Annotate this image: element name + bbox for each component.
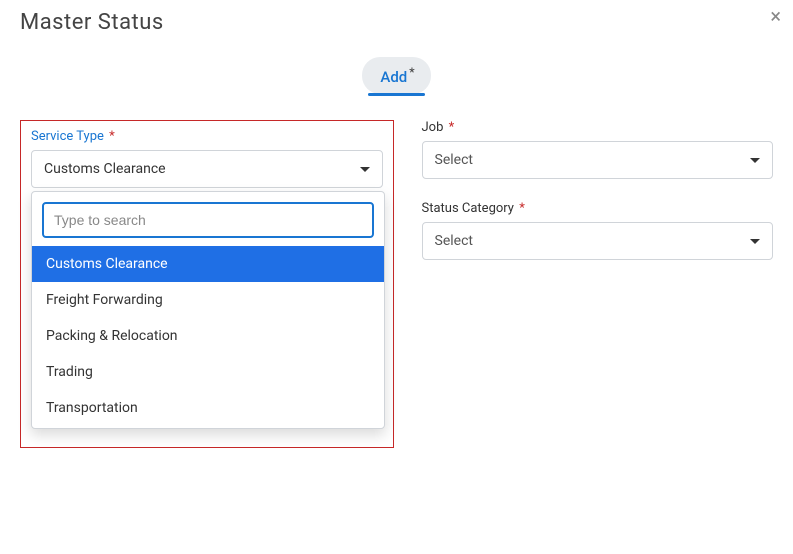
- job-label-text: Job: [422, 120, 444, 135]
- service-type-option[interactable]: Packing & Relocation: [32, 318, 384, 354]
- service-type-option-list[interactable]: Customs ClearanceFreight ForwardingPacki…: [32, 246, 384, 426]
- page-title: Master Status: [20, 10, 773, 35]
- chevron-down-icon: [750, 239, 760, 244]
- service-type-dropdown: Customs ClearanceFreight ForwardingPacki…: [31, 191, 385, 429]
- service-type-label-text: Service Type: [31, 129, 104, 144]
- required-indicator: *: [109, 129, 115, 144]
- service-type-label: Service Type *: [31, 129, 383, 144]
- close-icon[interactable]: ×: [770, 6, 781, 26]
- status-category-label-text: Status Category: [422, 201, 514, 216]
- tab-add[interactable]: Add*: [362, 57, 430, 94]
- chevron-down-icon: [360, 167, 370, 172]
- service-type-option[interactable]: Transportation: [32, 390, 384, 426]
- dropdown-search-input[interactable]: [42, 202, 374, 238]
- required-indicator: *: [449, 120, 455, 135]
- chevron-down-icon: [750, 158, 760, 163]
- right-column: Job * Select Status Category * Select: [422, 120, 774, 282]
- tab-required-indicator: *: [409, 65, 414, 79]
- service-type-option[interactable]: Freight Forwarding: [32, 282, 384, 318]
- job-value: Select: [435, 152, 473, 168]
- service-type-value: Customs Clearance: [44, 161, 166, 177]
- tab-bar: Add*: [0, 57, 793, 94]
- service-type-select[interactable]: Customs Clearance: [31, 150, 383, 188]
- required-indicator: *: [519, 201, 525, 216]
- service-type-group-highlight: Service Type * Customs Clearance Customs…: [20, 120, 394, 448]
- job-select[interactable]: Select: [422, 141, 774, 179]
- job-label: Job *: [422, 120, 774, 135]
- service-type-option[interactable]: Trading: [32, 354, 384, 390]
- service-type-option[interactable]: Customs Clearance: [32, 246, 384, 282]
- tab-add-label: Add: [380, 68, 407, 86]
- status-category-label: Status Category *: [422, 201, 774, 216]
- status-category-value: Select: [435, 233, 473, 249]
- status-category-select[interactable]: Select: [422, 222, 774, 260]
